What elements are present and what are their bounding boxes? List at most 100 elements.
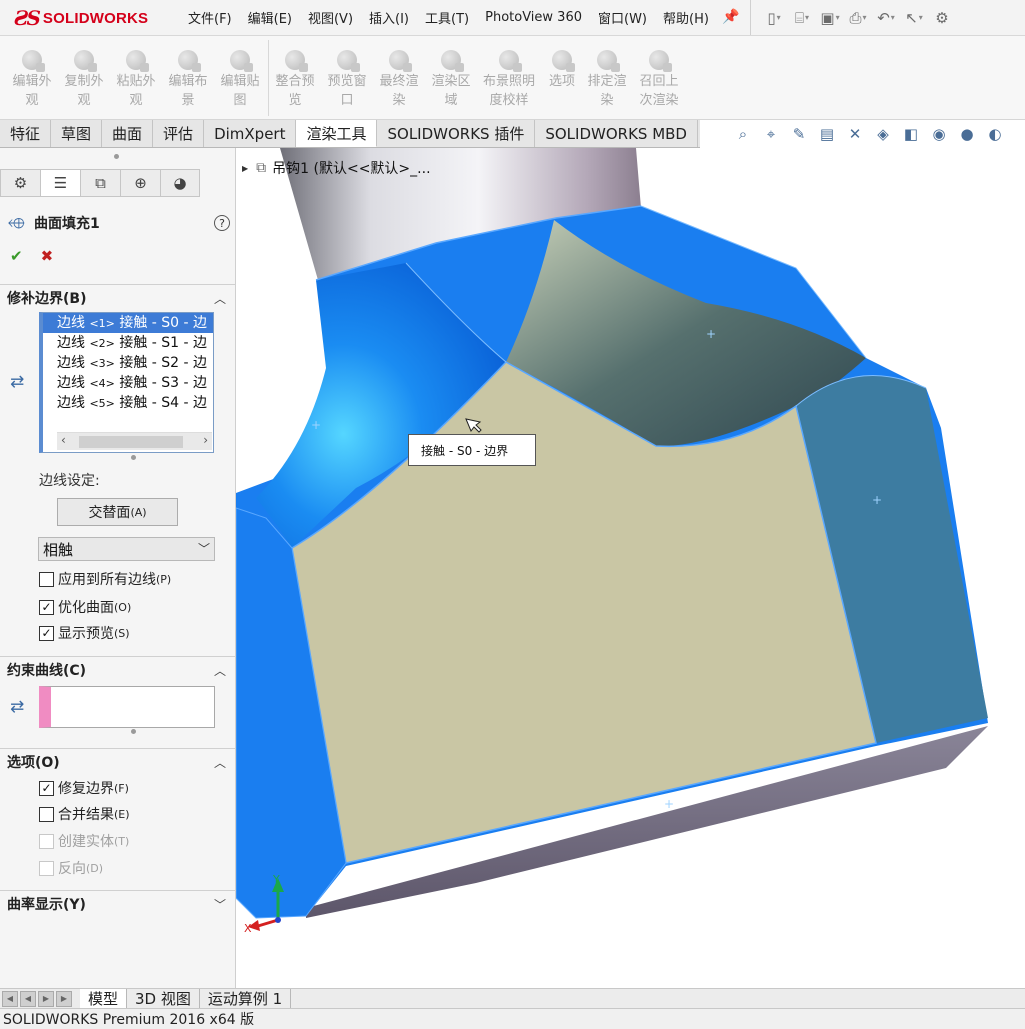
- checkbox-checked[interactable]: ✓: [39, 780, 54, 796]
- constraint-curve-list[interactable]: [39, 686, 215, 728]
- menu-edit[interactable]: 编辑(E): [240, 8, 300, 27]
- model-viewport[interactable]: + + + + Y X: [236, 148, 1025, 988]
- scene-illumination-proof-button[interactable]: 布景照明 度校样: [478, 50, 540, 110]
- menu-view[interactable]: 视图(V): [300, 8, 361, 27]
- expand-arrow-icon[interactable]: ▶: [242, 164, 248, 173]
- chevron-down-icon[interactable]: ﹀: [214, 896, 226, 913]
- options-gear-icon[interactable]: ⚙: [929, 7, 955, 29]
- tab-evaluate[interactable]: 评估: [153, 120, 205, 147]
- list-item[interactable]: 边线 <3> 接触 - S2 - 边: [43, 353, 213, 373]
- copy-appearance-button[interactable]: 复制外观: [59, 50, 109, 110]
- menu-photoview[interactable]: PhotoView 360: [477, 10, 590, 25]
- menu-tools[interactable]: 工具(T): [417, 8, 477, 27]
- curve-list-resize-grip[interactable]: [131, 729, 136, 734]
- pin-icon[interactable]: 📌: [722, 9, 739, 25]
- checkbox-checked[interactable]: ✓: [39, 625, 54, 641]
- select-cursor-icon[interactable]: ↖ ▾: [901, 7, 927, 29]
- render-options-button[interactable]: 选项: [540, 50, 584, 91]
- configuration-manager-tab-icon[interactable]: ⧉: [80, 169, 120, 197]
- final-render-button[interactable]: 最终渲染: [374, 50, 424, 110]
- open-folder-icon[interactable]: ⌸ ▾: [789, 7, 815, 29]
- optimize-surface-checkbox[interactable]: ✓ 优化曲面 (O): [39, 597, 131, 617]
- tab-3d-view[interactable]: 3D 视图: [127, 988, 200, 1009]
- alternate-face-button[interactable]: 交替面 (A): [57, 498, 178, 526]
- edit-decal-button[interactable]: 编辑贴图: [215, 50, 265, 110]
- list-item[interactable]: 边线 <1> 接触 - S0 - 边: [43, 313, 213, 333]
- tab-motion-study[interactable]: 运动算例 1: [200, 988, 292, 1009]
- show-preview-checkbox[interactable]: ✓ 显示预览 (S): [39, 623, 130, 643]
- apply-to-all-edges-checkbox[interactable]: 应用到所有边线 (P): [39, 569, 171, 589]
- chevron-up-icon[interactable]: ︿: [214, 662, 226, 679]
- scroll-right-icon[interactable]: ›: [203, 433, 208, 447]
- merge-result-checkbox[interactable]: 合并结果 (E): [39, 804, 130, 824]
- panel-resize-grip[interactable]: [114, 154, 119, 159]
- edit-scene-button[interactable]: 编辑布景: [163, 50, 213, 110]
- first-tab-icon[interactable]: ◀: [2, 990, 18, 1007]
- checkbox-box[interactable]: [39, 806, 54, 822]
- dynamic-annotation-icon[interactable]: ✕: [844, 123, 866, 145]
- chevron-up-icon[interactable]: ︿: [214, 290, 226, 307]
- tab-solidworks-mbd[interactable]: SOLIDWORKS MBD: [535, 120, 698, 147]
- property-manager-tab-icon[interactable]: ☰: [40, 169, 80, 197]
- zoom-to-area-icon[interactable]: ⌖: [760, 123, 782, 145]
- help-icon[interactable]: ?: [214, 215, 230, 231]
- undo-icon[interactable]: ↶ ▾: [873, 7, 899, 29]
- zoom-to-fit-icon[interactable]: ⌕: [732, 123, 754, 145]
- prev-tab-icon[interactable]: ◀: [20, 990, 36, 1007]
- tab-sketch[interactable]: 草图: [51, 120, 103, 147]
- next-tab-icon[interactable]: ▶: [38, 990, 54, 1007]
- list-item[interactable]: 边线 <4> 接触 - S3 - 边: [43, 373, 213, 393]
- print-icon[interactable]: ⎙ ▾: [845, 7, 871, 29]
- tab-render-tools[interactable]: 渲染工具: [296, 120, 378, 147]
- feature-tree-flyout[interactable]: ▶ ⧉ 吊钩1 (默认<<默认>_...: [242, 158, 431, 178]
- cancel-x-icon[interactable]: ✖: [41, 247, 54, 265]
- display-manager-tab-icon[interactable]: ◕: [160, 169, 200, 197]
- section-view-icon[interactable]: ▤: [816, 123, 838, 145]
- edit-appearance-button[interactable]: 编辑外观: [7, 50, 57, 110]
- horizontal-scrollbar[interactable]: ‹ ›: [57, 432, 212, 450]
- menu-insert[interactable]: 插入(I): [361, 8, 417, 27]
- menu-file[interactable]: 文件(F): [180, 8, 240, 27]
- boundary-edge-list[interactable]: 边线 <1> 接触 - S0 - 边 边线 <2> 接触 - S1 - 边 边线…: [39, 312, 214, 453]
- section-options[interactable]: 选项(O) ︿: [0, 748, 236, 774]
- solidworks-logo[interactable]: ƧS SOLIDWORKS: [14, 5, 148, 31]
- last-tab-icon[interactable]: ▶: [56, 990, 72, 1007]
- recall-last-render-button[interactable]: 召回上 次渲染: [634, 50, 684, 110]
- section-curvature-display[interactable]: 曲率显示(Y) ﹀: [0, 890, 236, 916]
- save-icon[interactable]: ▣ ▾: [817, 7, 843, 29]
- preview-window-button[interactable]: 预览窗口: [322, 50, 372, 110]
- checkbox-checked[interactable]: ✓: [39, 599, 54, 615]
- feature-manager-tab-icon[interactable]: ⚙: [0, 169, 40, 197]
- dimxpert-manager-tab-icon[interactable]: ⊕: [120, 169, 160, 197]
- fix-boundary-checkbox[interactable]: ✓ 修复边界 (F): [39, 778, 129, 798]
- checkbox-box[interactable]: [39, 571, 54, 587]
- tab-dimxpert[interactable]: DimXpert: [204, 120, 297, 147]
- tab-surfaces[interactable]: 曲面: [102, 120, 154, 147]
- list-item[interactable]: 边线 <2> 接触 - S1 - 边: [43, 333, 213, 353]
- tab-features[interactable]: 特征: [0, 120, 52, 147]
- tab-solidworks-addins[interactable]: SOLIDWORKS 插件: [377, 120, 536, 147]
- display-style-icon[interactable]: ◧: [900, 123, 922, 145]
- curvature-control-select[interactable]: 相触 ﹀: [38, 537, 215, 561]
- menu-help[interactable]: 帮助(H): [655, 8, 717, 27]
- menu-window[interactable]: 窗口(W): [590, 8, 655, 27]
- paste-appearance-button[interactable]: 粘贴外观: [111, 50, 161, 110]
- view-orientation-icon[interactable]: ◈: [872, 123, 894, 145]
- scroll-thumb[interactable]: [79, 436, 183, 448]
- previous-view-icon[interactable]: ✎: [788, 123, 810, 145]
- tab-model[interactable]: 模型: [80, 988, 128, 1009]
- list-item[interactable]: 边线 <5> 接触 - S4 - 边: [43, 393, 213, 413]
- section-constraint-curves[interactable]: 约束曲线(C) ︿: [0, 656, 236, 682]
- edit-appearance-view-icon[interactable]: ●: [956, 123, 978, 145]
- scroll-left-icon[interactable]: ‹: [61, 433, 66, 447]
- list-resize-grip[interactable]: [131, 455, 136, 460]
- chevron-up-icon[interactable]: ︿: [214, 754, 226, 771]
- graphics-area[interactable]: + + + + Y X ▶ ⧉ 吊钩1 (默认<<默认>_... 接触 - S0…: [236, 148, 1025, 988]
- integrated-preview-button[interactable]: 整合预览: [270, 50, 320, 110]
- new-document-icon[interactable]: ▯ ▾: [761, 7, 787, 29]
- ok-check-icon[interactable]: ✔: [10, 247, 23, 265]
- section-patch-boundary[interactable]: 修补边界(B) ︿: [0, 284, 236, 310]
- render-region-button[interactable]: 渲染区域: [426, 50, 476, 110]
- hide-show-items-icon[interactable]: ◉: [928, 123, 950, 145]
- apply-scene-icon[interactable]: ◐: [984, 123, 1006, 145]
